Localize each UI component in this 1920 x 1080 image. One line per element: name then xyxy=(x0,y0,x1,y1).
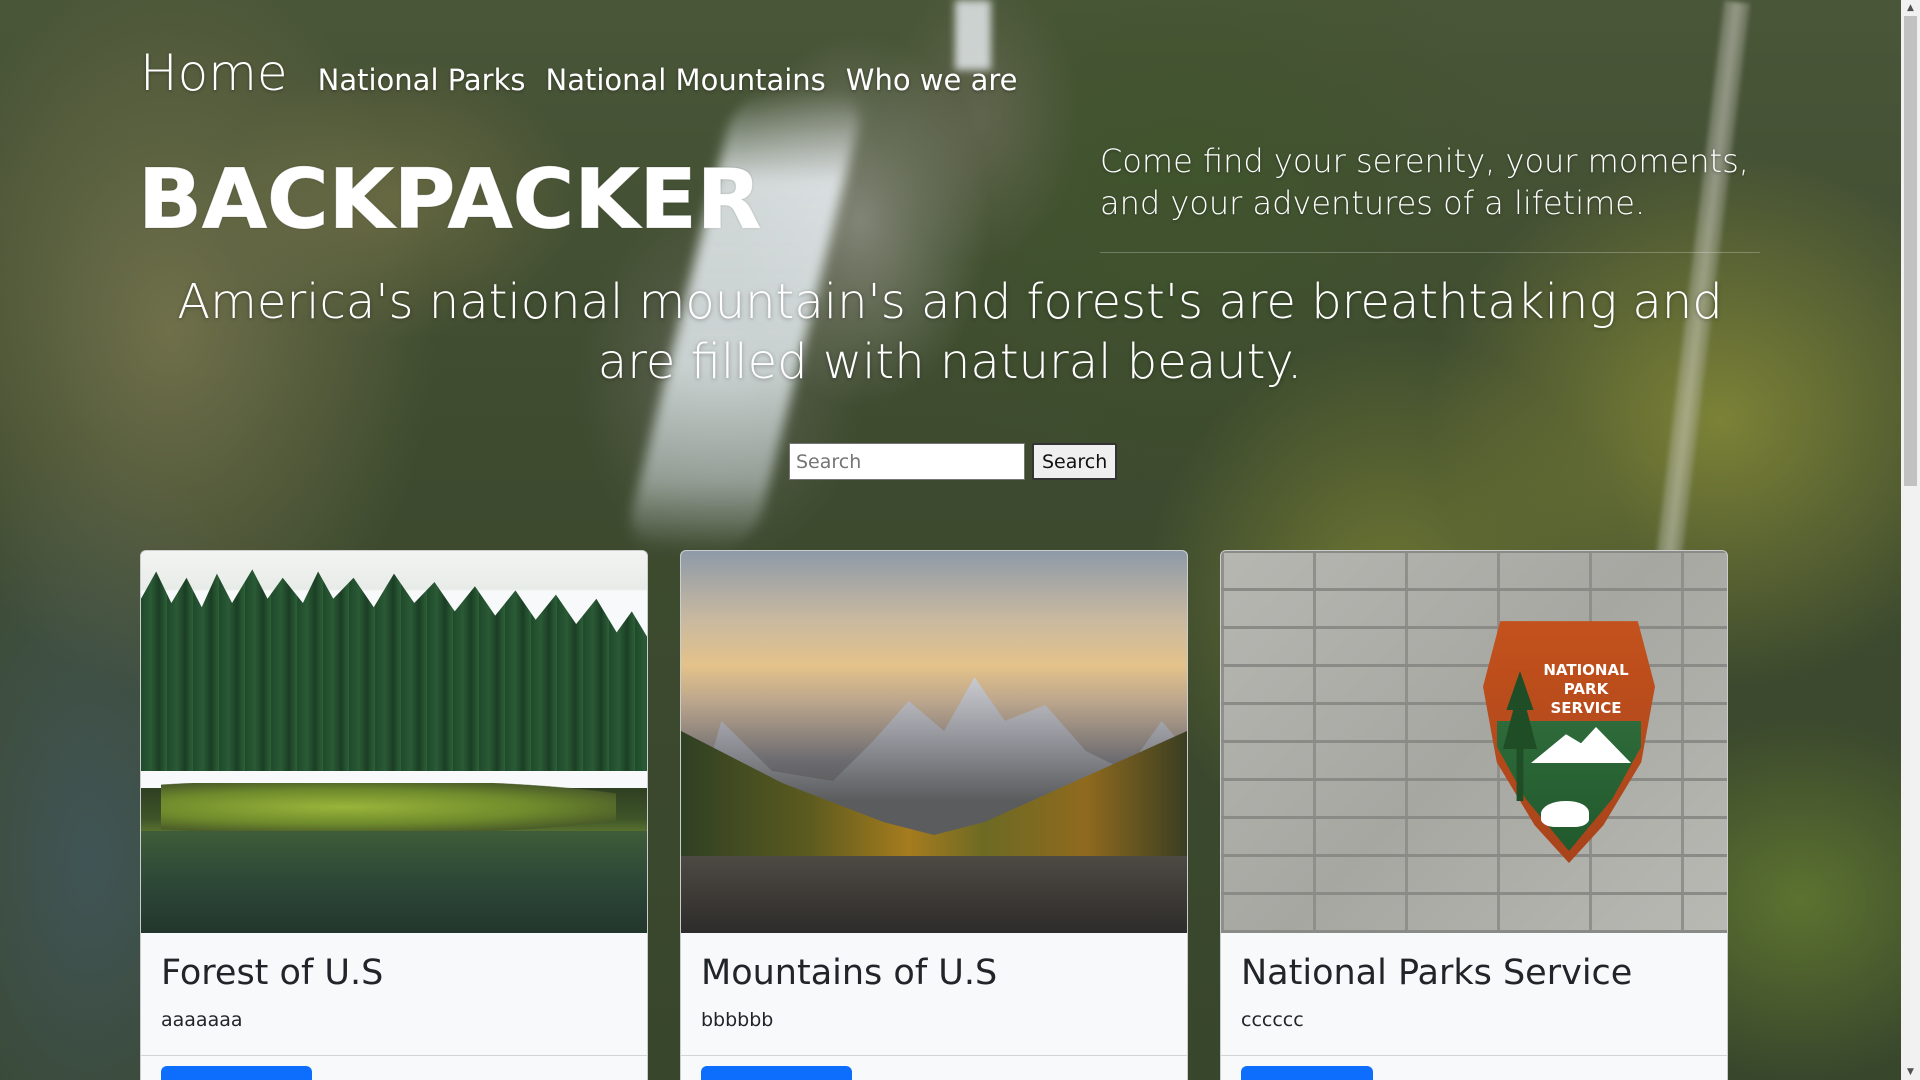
search-form: Search xyxy=(789,443,1118,480)
card-footer xyxy=(141,1055,647,1080)
nps-badge-text: NATIONAL PARK SERVICE xyxy=(1543,661,1629,717)
nps-badge-bison xyxy=(1541,801,1589,827)
card-body: National Parks Service cccccc xyxy=(1221,933,1727,1031)
card-forest-button[interactable] xyxy=(161,1066,312,1080)
card-forest: Forest of U.S aaaaaaa xyxy=(140,550,648,1080)
nav-national-mountains-link[interactable]: National Mountains xyxy=(546,63,826,97)
card-title: National Parks Service xyxy=(1241,953,1633,993)
card-nps-button[interactable] xyxy=(1241,1066,1373,1080)
search-input[interactable] xyxy=(789,443,1025,480)
card-mountains-button[interactable] xyxy=(701,1066,852,1080)
card-footer xyxy=(681,1055,1187,1080)
card-national-parks-service: NATIONAL PARK SERVICE National Parks Ser… xyxy=(1220,550,1728,1080)
main-nav: Home National Parks National Mountains W… xyxy=(140,44,1037,102)
card-mountains: Mountains of U.S bbbbbb xyxy=(680,550,1188,1080)
site-logo: BACKPACKER xyxy=(137,150,762,248)
hero-tagline: Come find your serenity, your moments, a… xyxy=(1100,142,1749,222)
card-text: aaaaaaa xyxy=(161,1009,243,1031)
card-footer xyxy=(1221,1055,1727,1080)
scroll-down-arrow-icon[interactable]: ▼ xyxy=(1901,1064,1920,1080)
card-text: cccccc xyxy=(1241,1009,1304,1031)
hero-divider xyxy=(1100,252,1760,253)
nav-national-parks-link[interactable]: National Parks xyxy=(318,63,526,97)
nav-who-we-are-link[interactable]: Who we are xyxy=(846,63,1018,97)
card-title: Mountains of U.S xyxy=(701,953,998,993)
forest-lake xyxy=(141,831,647,933)
vertical-scrollbar[interactable]: ▲ ▼ xyxy=(1901,0,1920,1080)
forest-trees xyxy=(141,569,647,771)
card-nps-image: NATIONAL PARK SERVICE xyxy=(1221,551,1727,933)
card-text: bbbbbb xyxy=(701,1009,774,1031)
card-forest-image xyxy=(141,551,647,933)
scrollbar-thumb[interactable] xyxy=(1904,16,1917,486)
hero-headline: America's national mountain's and forest… xyxy=(177,274,1723,390)
scroll-up-arrow-icon[interactable]: ▲ xyxy=(1901,0,1920,16)
forest-shore xyxy=(161,783,617,831)
card-mountains-image xyxy=(681,551,1187,933)
search-button[interactable]: Search xyxy=(1032,443,1118,480)
mountain-lake xyxy=(681,856,1187,933)
card-title: Forest of U.S xyxy=(161,953,384,993)
card-body: Forest of U.S aaaaaaa xyxy=(141,933,647,1031)
nav-home-link[interactable]: Home xyxy=(140,44,288,102)
card-body: Mountains of U.S bbbbbb xyxy=(681,933,1187,1031)
